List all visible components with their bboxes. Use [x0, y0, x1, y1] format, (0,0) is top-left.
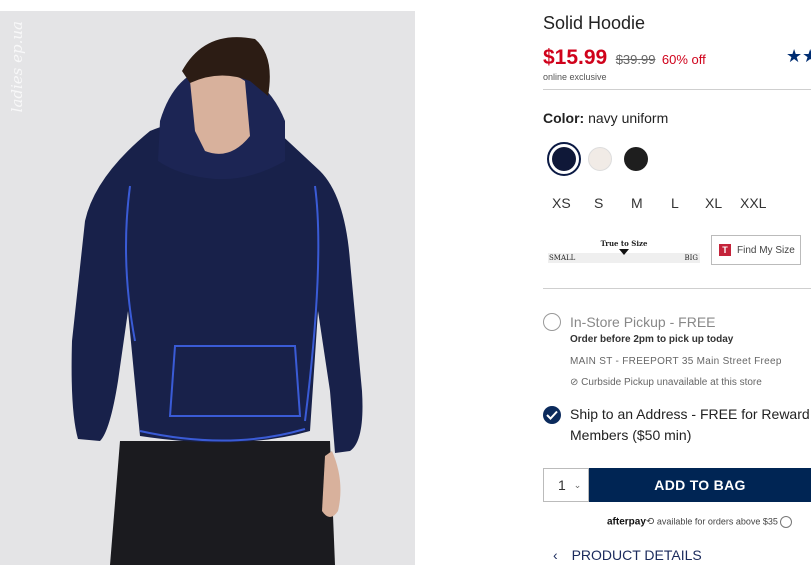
sale-price: $15.99: [543, 46, 608, 69]
product-details-toggle[interactable]: ‹ PRODUCT DETAILS: [553, 547, 702, 563]
pickup-store[interactable]: MAIN ST - FREEPORT 35 Main Street Freep: [570, 356, 782, 367]
product-title: Solid Hoodie: [543, 13, 646, 33]
unavailable-icon: ⊘: [570, 377, 579, 388]
afterpay-text: available for orders above $35: [656, 516, 778, 527]
size-xl[interactable]: XL: [705, 195, 722, 211]
size-l[interactable]: L: [671, 195, 679, 211]
watermark: ladies ep.ua: [8, 21, 26, 113]
info-icon[interactable]: [780, 516, 793, 528]
quantity-select[interactable]: 1 ⌄: [543, 468, 589, 502]
size-s[interactable]: S: [594, 195, 603, 211]
find-my-size-button[interactable]: T Find My Size: [711, 235, 801, 265]
product-info-panel: Solid Hoodie $15.99 $39.99 60% off ★★ on…: [543, 0, 811, 571]
pickup-subtitle: Order before 2pm to pick up today: [570, 334, 734, 345]
color-swatch-navy[interactable]: [552, 147, 576, 171]
ship-line-2: Members ($50 min): [570, 427, 692, 443]
color-label-heading: Color:: [543, 110, 585, 126]
add-to-bag-button[interactable]: ADD TO BAG: [589, 468, 811, 502]
quantity-value: 1: [558, 477, 566, 493]
color-label: Color: navy uniform: [543, 110, 668, 126]
curbside-note: ⊘ Curbside Pickup unavailable at this st…: [570, 377, 762, 388]
selected-color-name: navy uniform: [588, 110, 669, 126]
find-my-size-label: Find My Size: [737, 244, 795, 256]
chevron-down-icon: ⌄: [573, 479, 582, 490]
product-photo-illustration: [0, 11, 415, 565]
afterpay-logo: afterpay: [607, 516, 646, 528]
pickup-title: In-Store Pickup - FREE: [570, 314, 716, 330]
fit-scale-small: SMALL: [549, 254, 576, 262]
online-exclusive-badge: online exclusive: [543, 72, 607, 82]
product-image[interactable]: ladies ep.ua: [0, 11, 415, 565]
fit-scale-big: BIG: [684, 254, 698, 262]
size-xs[interactable]: XS: [552, 195, 571, 211]
price-row: $15.99 $39.99 60% off: [543, 46, 706, 70]
fit-scale: True to Size SMALL BIG: [548, 236, 700, 266]
rating-stars-icon[interactable]: ★★: [786, 46, 811, 67]
discount-label: 60% off: [661, 52, 706, 67]
afterpay-note: afterpay⟲ available for orders above $35: [607, 516, 793, 528]
afterpay-arrows-icon: ⟲: [645, 516, 655, 528]
original-price: $39.99: [615, 52, 656, 67]
fit-indicator-icon: [619, 249, 629, 255]
color-swatch-black[interactable]: [624, 147, 648, 171]
curbside-text: Curbside Pickup unavailable at this stor…: [581, 377, 762, 388]
divider: [543, 89, 811, 90]
true-fit-logo-icon: T: [719, 244, 731, 256]
chevron-left-icon: ‹: [553, 547, 558, 563]
ship-radio[interactable]: [543, 406, 561, 424]
size-m[interactable]: M: [631, 195, 643, 211]
checkmark-icon: [546, 410, 558, 420]
divider: [543, 288, 811, 289]
pickup-radio[interactable]: [543, 313, 561, 331]
ship-line-1: Ship to an Address - FREE for Reward: [570, 406, 810, 422]
fit-scale-title: True to Size: [600, 239, 648, 248]
product-details-label: PRODUCT DETAILS: [571, 547, 702, 563]
size-xxl[interactable]: XXL: [740, 195, 766, 211]
color-swatch-oatmeal[interactable]: [588, 147, 612, 171]
